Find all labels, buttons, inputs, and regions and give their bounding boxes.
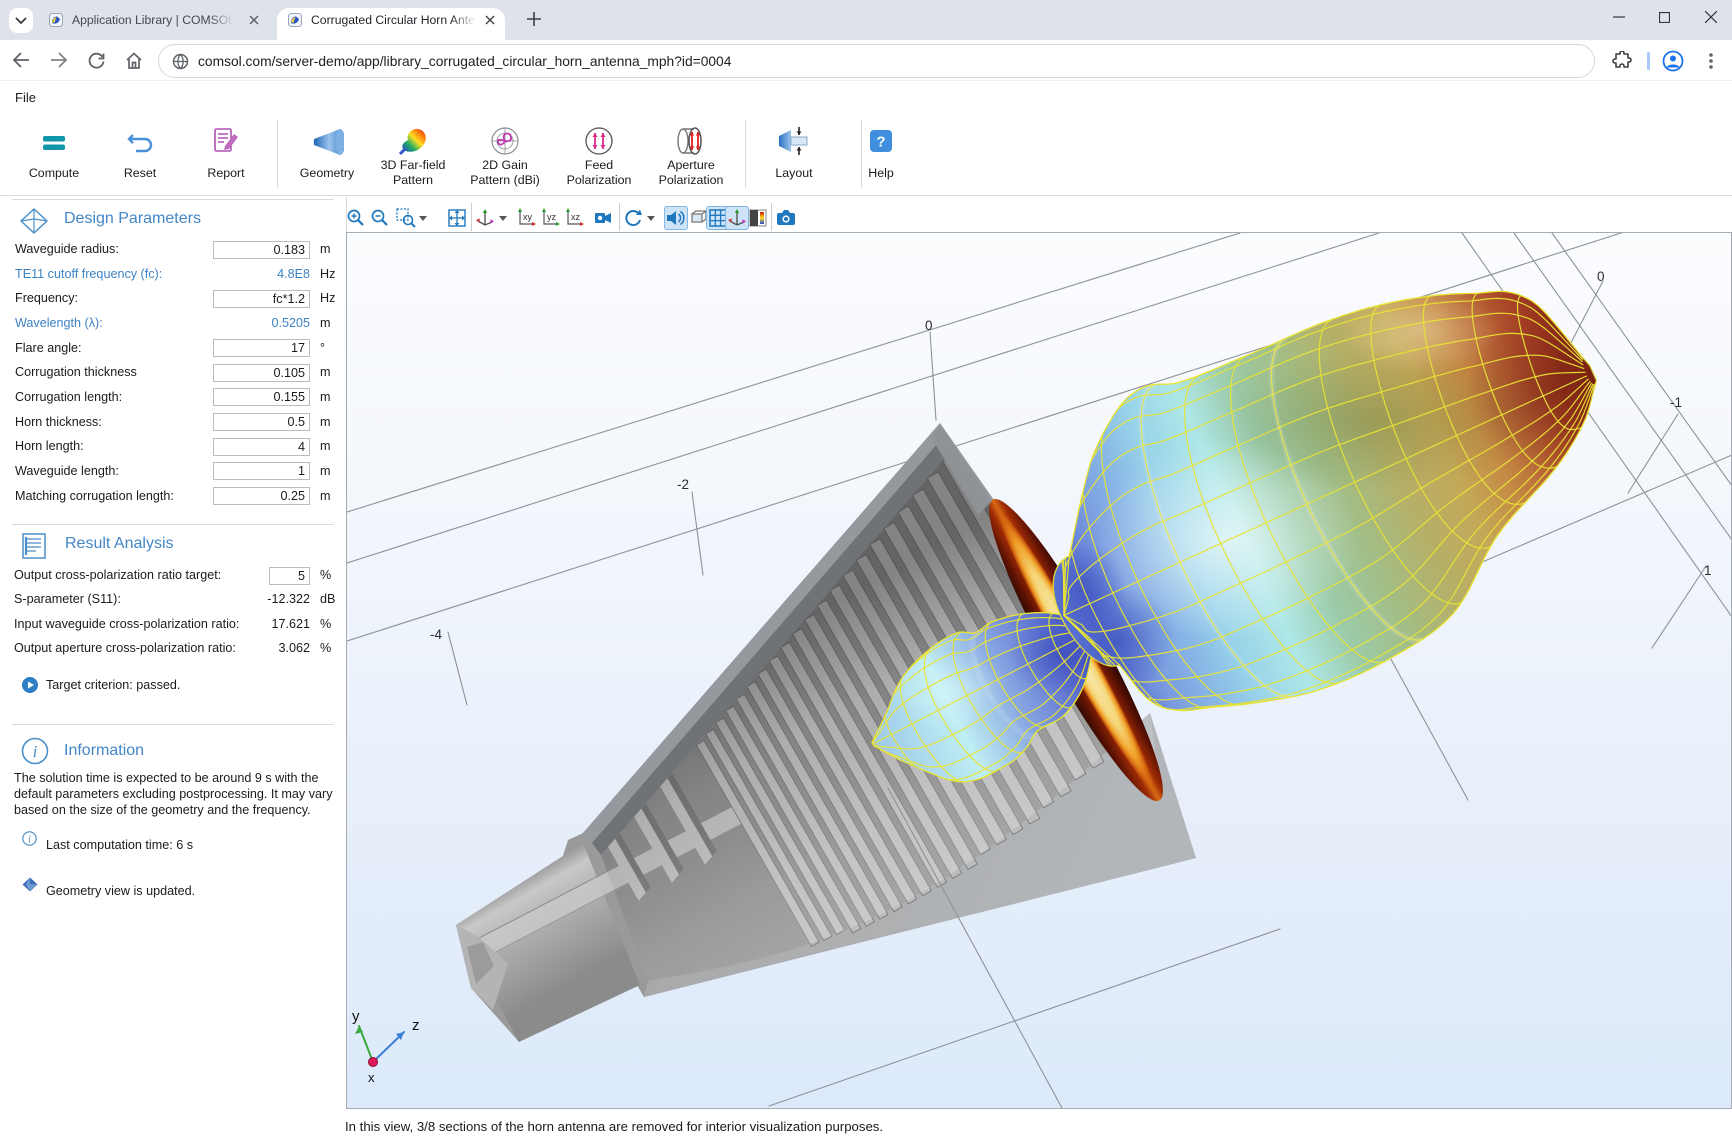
svg-text:1: 1	[1704, 563, 1712, 578]
svg-text:-1: -1	[1670, 395, 1682, 410]
svg-text:x: x	[368, 1070, 375, 1085]
svg-text:z: z	[412, 1017, 420, 1034]
svg-text:-2: -2	[677, 477, 689, 492]
svg-text:yz: yz	[547, 212, 557, 222]
svg-text:i: i	[28, 835, 31, 846]
svg-text:xz: xz	[571, 212, 581, 222]
svg-text:i: i	[33, 742, 38, 761]
svg-text:0: 0	[1597, 269, 1605, 284]
svg-text:y: y	[352, 1008, 360, 1025]
svg-text:xy: xy	[523, 212, 533, 222]
svg-text:0: 0	[925, 318, 933, 333]
svg-text:?: ?	[876, 134, 885, 151]
svg-text:-4: -4	[430, 627, 442, 642]
